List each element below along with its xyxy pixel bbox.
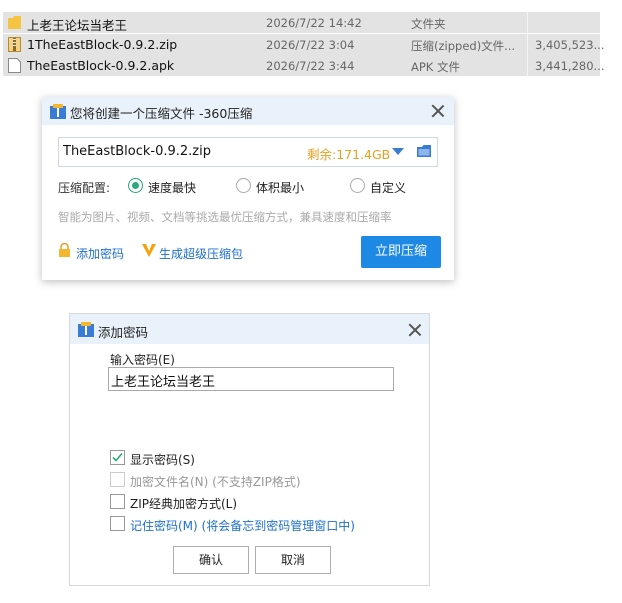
compress-now-button[interactable]: 立即压缩 (361, 236, 441, 268)
file-name: 1TheEastBlock-0.9.2.zip (27, 37, 178, 52)
column-divider (527, 34, 528, 55)
encrypt-filenames-checkbox (110, 472, 125, 487)
add-password-label: 添加密码 (76, 247, 125, 261)
chevron-down-icon[interactable] (392, 148, 404, 156)
option-speed-label: 速度最快 (148, 181, 197, 195)
radio-size[interactable] (236, 178, 251, 193)
file-size: 3,405,523... (535, 38, 605, 52)
show-password-checkbox[interactable] (110, 450, 125, 465)
super-pack-label: 生成超级压缩包 (159, 247, 244, 261)
show-password-label: 显示密码(S) (130, 453, 195, 467)
option-speed[interactable]: 速度最快 (128, 177, 218, 195)
close-icon[interactable] (431, 104, 445, 118)
remember-password-label: 记住密码(M) (将会备忘到密码管理窗口中) (130, 519, 355, 533)
file-date: 2026/7/22 3:04 (266, 38, 355, 52)
encrypt-filenames-option: 加密文件名(N) (不支持ZIP格式) (110, 472, 360, 489)
file-icon (8, 58, 21, 73)
file-type: 压缩(zipped)文件... (411, 39, 516, 53)
file-type: 文件夹 (411, 17, 446, 31)
radio-custom[interactable] (350, 178, 365, 193)
archive-app-icon (50, 104, 66, 119)
file-row[interactable]: 1TheEastBlock-0.9.2.zip 2026/7/22 3:04 压缩(… (3, 34, 605, 55)
password-input[interactable]: 上老王论坛当老王 (108, 367, 394, 391)
folder-browse-icon[interactable] (417, 145, 431, 157)
radio-speed[interactable] (128, 178, 143, 193)
compress-hint: 智能为图片、视频、文档等挑选最优压缩方式，兼具速度和压缩率 (58, 210, 392, 224)
super-pack-link[interactable]: 生成超级压缩包 (142, 243, 252, 261)
compress-config-label: 压缩配置: (58, 181, 111, 195)
password-dialog-titlebar[interactable]: 添加密码 (70, 314, 429, 344)
archive-filename: TheEastBlock-0.9.2.zip (63, 144, 211, 159)
show-password-option[interactable]: 显示密码(S) (110, 450, 260, 467)
file-date: 2026/7/22 14:42 (266, 16, 362, 30)
zip-classic-checkbox[interactable] (110, 494, 125, 509)
compress-dialog-title: 您将创建一个压缩文件 -360压缩 (70, 106, 253, 121)
remember-password-checkbox[interactable] (110, 516, 125, 531)
option-size-label: 体积最小 (256, 181, 305, 195)
close-icon[interactable] (408, 323, 422, 337)
checkmark-icon (112, 452, 123, 462)
confirm-button[interactable]: 确认 (173, 546, 249, 574)
option-custom-label: 自定义 (370, 181, 407, 195)
folder-icon (8, 15, 21, 30)
zip-classic-option[interactable]: ZIP经典加密方式(L) (110, 494, 310, 511)
archive-name-field[interactable]: TheEastBlock-0.9.2.zip 剩余:171.4GB (58, 137, 438, 167)
archive-app-icon (78, 322, 94, 337)
file-type: APK 文件 (411, 60, 460, 74)
file-name: 上老王论坛当老王 (27, 18, 128, 33)
password-input-label: 输入密码(E) (110, 353, 175, 367)
free-space-label: 剩余:171.4GB (307, 147, 391, 162)
file-name: TheEastBlock-0.9.2.apk (27, 58, 175, 73)
encrypt-filenames-label: 加密文件名(N) (不支持ZIP格式) (130, 475, 301, 489)
remember-password-option[interactable]: 记住密码(M) (将会备忘到密码管理窗口中) (110, 516, 410, 533)
cancel-button[interactable]: 取消 (255, 546, 331, 574)
compress-dialog: 您将创建一个压缩文件 -360压缩 TheEastBlock-0.9.2.zip… (42, 97, 454, 280)
password-dialog: 添加密码 输入密码(E) 上老王论坛当老王 显示密码(S) 加密文件名(N) (… (69, 313, 430, 586)
column-divider (527, 12, 528, 33)
v-badge-icon (142, 244, 156, 257)
file-size: 3,441,280... (535, 59, 605, 73)
file-row[interactable]: 上老王论坛当老王 2026/7/22 14:42 文件夹 (3, 12, 600, 33)
password-dialog-title: 添加密码 (98, 325, 149, 340)
option-size[interactable]: 体积最小 (236, 177, 326, 195)
lock-icon (59, 243, 70, 257)
password-value: 上老王论坛当老王 (111, 375, 216, 390)
zip-classic-label: ZIP经典加密方式(L) (130, 497, 238, 511)
option-custom[interactable]: 自定义 (350, 177, 440, 195)
compress-dialog-titlebar[interactable]: 您将创建一个压缩文件 -360压缩 (42, 97, 454, 125)
file-row[interactable]: TheEastBlock-0.9.2.apk 2026/7/22 3:44 APK … (3, 55, 605, 76)
add-password-link[interactable]: 添加密码 (58, 243, 138, 261)
column-divider (527, 55, 528, 76)
zip-file-icon (8, 37, 21, 52)
file-date: 2026/7/22 3:44 (266, 59, 355, 73)
